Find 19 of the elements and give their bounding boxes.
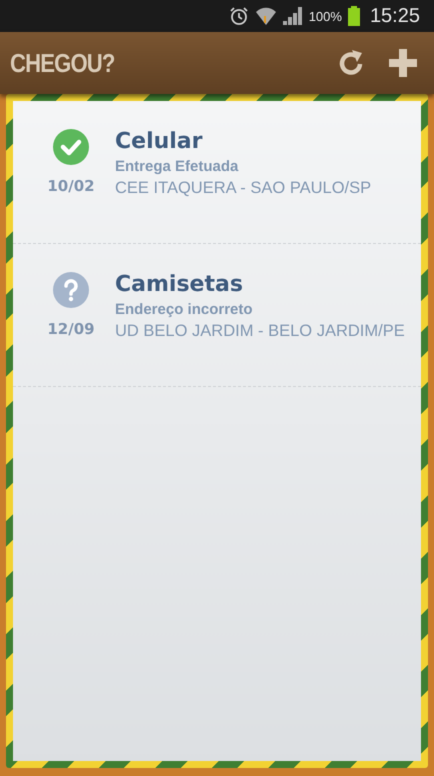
alarm-clock-icon bbox=[228, 6, 249, 26]
wifi-icon bbox=[254, 6, 277, 26]
delivery-date: 10/02 bbox=[47, 177, 95, 195]
question-icon bbox=[53, 272, 89, 308]
delivery-location: UD BELO JARDIM - BELO JARDIM/PE bbox=[115, 322, 405, 341]
delivery-date: 12/09 bbox=[47, 320, 95, 338]
signal-icon bbox=[282, 7, 303, 25]
check-icon bbox=[53, 129, 89, 165]
app-title: CHEGOU? bbox=[10, 48, 116, 78]
delivery-status: Entrega Efetuada bbox=[115, 158, 240, 175]
item-name: Celular bbox=[115, 129, 204, 154]
delivery-status: Endereço incorreto bbox=[115, 301, 254, 318]
item-name: Camisetas bbox=[115, 272, 244, 297]
battery-percent: 100% bbox=[308, 8, 342, 24]
delivery-location: CEE ITAQUERA - SAO PAULO/SP bbox=[115, 179, 372, 198]
battery-icon bbox=[348, 6, 360, 26]
delivery-item[interactable]: 10/02 Celular Entrega Efetuada CEE ITAQUERA - SAO PAULO/SP bbox=[13, 101, 421, 244]
clock-time: 15:25 bbox=[370, 4, 420, 28]
delivery-item[interactable]: 12/09 Camisetas Endereço incorreto UD BELO JARDIM - BELO JARDIM/PE bbox=[13, 244, 421, 387]
